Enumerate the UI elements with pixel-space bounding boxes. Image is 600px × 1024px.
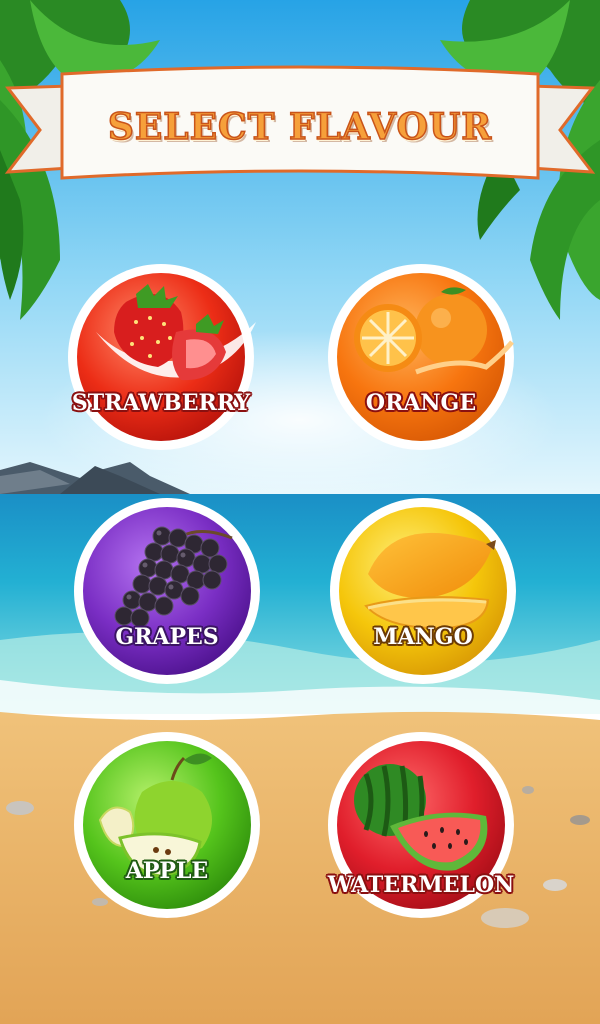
flavour-label: ORANGE: [365, 390, 477, 416]
flavour-label: GRAPES: [115, 624, 219, 650]
flavour-label: MANGO: [373, 624, 473, 650]
orange-icon: [328, 264, 514, 450]
flavour-button-watermelon[interactable]: WATERMELON: [326, 730, 516, 920]
flavour-button-grapes[interactable]: GRAPES: [72, 496, 262, 686]
flavour-label: STRAWBERRY: [71, 390, 251, 416]
flavour-button-orange[interactable]: ORANGE: [326, 262, 516, 452]
apple-icon: [74, 732, 260, 918]
page-title: SELECT FLAVOUR: [107, 105, 493, 149]
flavour-label: WATERMELON: [327, 872, 515, 898]
flavour-button-apple[interactable]: APPLE: [72, 730, 262, 920]
flavour-button-mango[interactable]: MANGO: [328, 496, 518, 686]
flavour-label: APPLE: [125, 858, 209, 884]
mango-icon: [330, 498, 516, 684]
grapes-icon: [74, 498, 260, 684]
strawberry-icon: [68, 264, 256, 450]
flavour-button-strawberry[interactable]: STRAWBERRY: [66, 262, 256, 452]
